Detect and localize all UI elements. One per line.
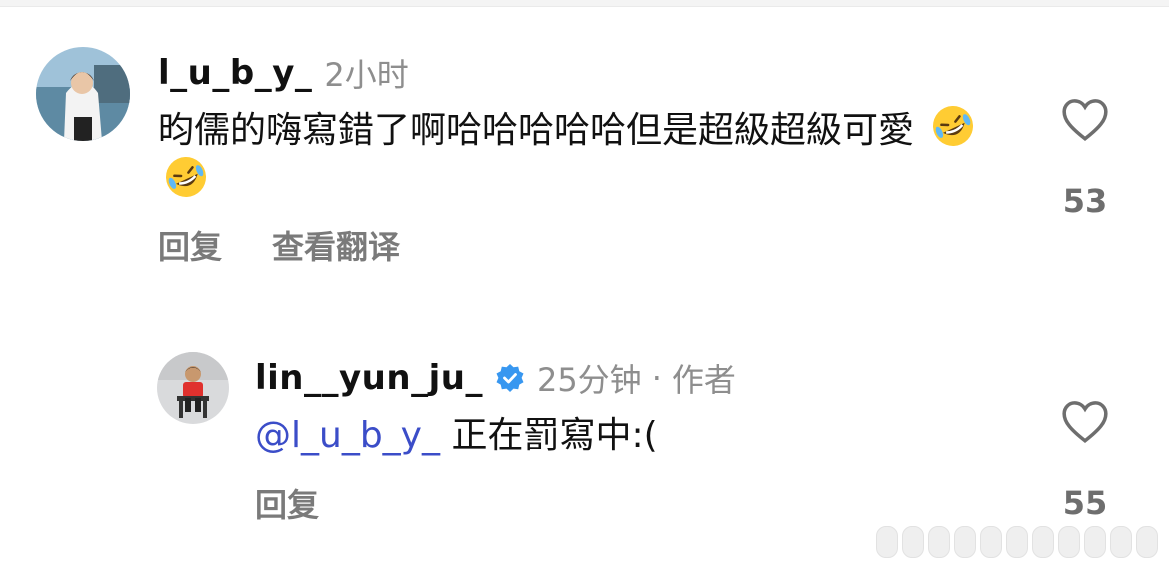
comment-actions: 回复 bbox=[255, 480, 319, 526]
heart-icon[interactable] bbox=[1060, 96, 1110, 142]
translate-button[interactable]: 查看翻译 bbox=[272, 222, 400, 268]
comment-text: 昀儒的嗨寫錯了啊哈哈哈哈哈但是超級超級可愛 bbox=[158, 104, 998, 206]
avatar[interactable] bbox=[36, 47, 130, 141]
verified-badge-icon bbox=[495, 363, 525, 393]
comment-meta: lin__yun_ju_ 25分钟 · 作者 bbox=[255, 355, 736, 401]
like-control: 55 bbox=[1040, 398, 1130, 522]
comment-body: 昀儒的嗨寫錯了啊哈哈哈哈哈但是超級超級可愛 bbox=[158, 110, 915, 151]
reply-button[interactable]: 回复 bbox=[255, 480, 319, 526]
author-label: 作者 bbox=[671, 361, 736, 399]
like-count: 55 bbox=[1062, 484, 1108, 522]
like-control: 53 bbox=[1040, 96, 1130, 220]
avatar[interactable] bbox=[157, 352, 229, 424]
timestamp: 25分钟 bbox=[536, 361, 642, 399]
timestamp: 2小时 bbox=[324, 56, 409, 94]
watermark bbox=[876, 526, 1158, 558]
top-divider bbox=[0, 0, 1169, 7]
comment-actions: 回复 查看翻译 bbox=[158, 222, 400, 268]
username[interactable]: lin__yun_ju_ bbox=[255, 358, 483, 398]
like-count: 53 bbox=[1062, 182, 1108, 220]
rofl-emoji-icon bbox=[931, 104, 975, 148]
reply-button[interactable]: 回复 bbox=[158, 222, 222, 268]
username[interactable]: l_u_b_y_ bbox=[158, 53, 312, 93]
comment-text: @l_u_b_y_ 正在罰寫中:( bbox=[255, 412, 658, 460]
meta-separator: · bbox=[651, 359, 662, 397]
rofl-emoji-icon bbox=[164, 155, 208, 199]
comment-meta: l_u_b_y_ 2小时 bbox=[158, 50, 409, 96]
mention-link[interactable]: @l_u_b_y_ bbox=[255, 415, 440, 456]
comment-body: 正在罰寫中:( bbox=[451, 415, 658, 456]
heart-icon[interactable] bbox=[1060, 398, 1110, 444]
